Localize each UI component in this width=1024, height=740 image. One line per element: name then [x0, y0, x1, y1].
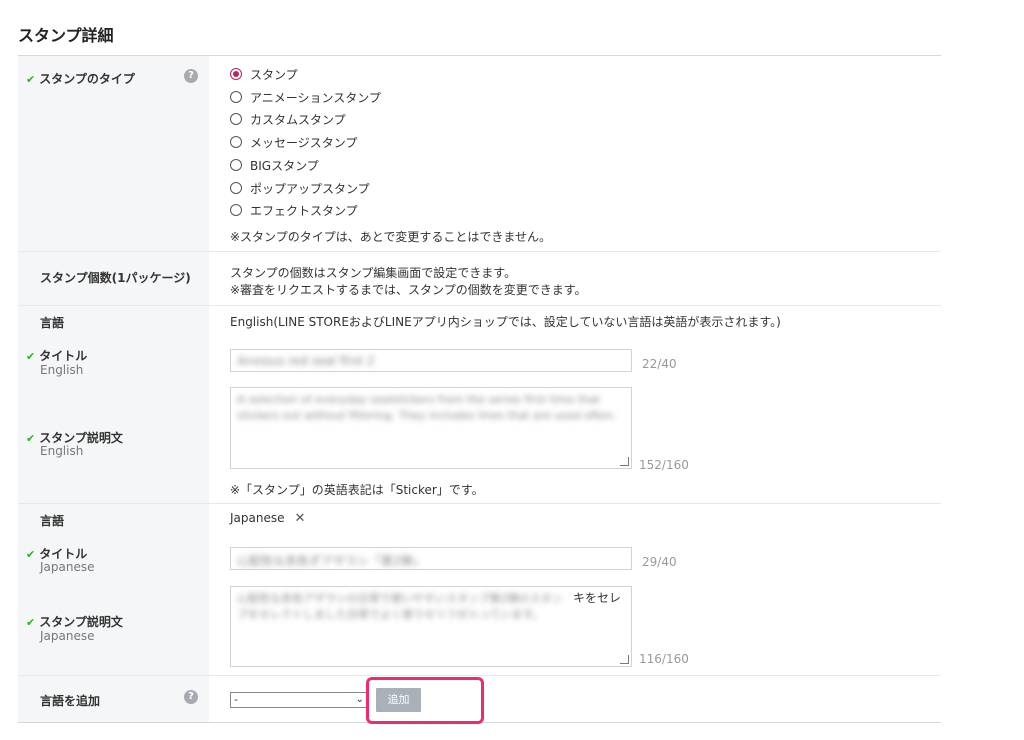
- radio-button[interactable]: [230, 204, 242, 216]
- count-info-line2: ※審査をリクエストするまでは、スタンプの個数を変更できます。: [230, 283, 587, 297]
- row-divider: [18, 675, 941, 676]
- radio-button[interactable]: [230, 159, 242, 171]
- radio-button[interactable]: [230, 136, 242, 148]
- language-label-english: 言語: [40, 316, 65, 330]
- radio-animation-sticker[interactable]: アニメーションスタンプ: [230, 89, 381, 105]
- check-icon: ✔: [26, 548, 36, 561]
- language-value-japanese: Japanese ✕: [230, 511, 306, 526]
- radio-button[interactable]: [230, 113, 242, 125]
- description-textarea-english[interactable]: A selection of everyday sealstickers fro…: [230, 387, 632, 469]
- type-label: ✔ スタンプのタイプ: [26, 72, 135, 86]
- page-title: スタンプ詳細: [18, 26, 114, 45]
- title-counter-english: 22/40: [642, 357, 677, 371]
- help-icon[interactable]: ?: [184, 69, 198, 83]
- count-label: スタンプ個数(1パッケージ): [40, 271, 191, 285]
- english-note: ※「スタンプ」の英語表記は「Sticker」です。: [230, 483, 484, 497]
- title-sublabel-english: English: [40, 363, 84, 377]
- row-divider: [18, 503, 941, 504]
- row-divider: [18, 251, 941, 252]
- check-icon: ✔: [26, 73, 36, 86]
- description-counter-japanese: 116/160: [639, 652, 689, 666]
- title-label-english: ✔ タイトル: [26, 349, 88, 363]
- title-input-english[interactable]: Anxious red seal first 2: [230, 349, 632, 372]
- row-divider: [18, 305, 941, 306]
- title-input-japanese[interactable]: 心配性な赤色ずアザラシ「第2弾」: [230, 547, 632, 570]
- radio-button[interactable]: [230, 68, 242, 80]
- check-icon: ✔: [26, 432, 36, 445]
- language-label-japanese: 言語: [40, 514, 65, 528]
- help-icon[interactable]: ?: [184, 690, 198, 704]
- title-counter-japanese: 29/40: [642, 555, 677, 569]
- radio-sticker[interactable]: スタンプ: [230, 66, 298, 82]
- check-icon: ✔: [26, 350, 36, 363]
- description-textarea-japanese[interactable]: 心配性な赤色アザラシの日常で使いやすいスタンプ第2弾のスタンプをセレクトしました…: [230, 586, 632, 667]
- radio-popup-sticker[interactable]: ポップアップスタンプ: [230, 180, 370, 196]
- language-select[interactable]: - ⌄: [230, 692, 368, 708]
- add-language-label: 言語を追加: [40, 694, 101, 708]
- description-visible-text: キをセレ: [572, 591, 621, 605]
- description-label-japanese: ✔ スタンプ説明文: [26, 615, 123, 629]
- radio-big-sticker[interactable]: BIGスタンプ: [230, 157, 319, 173]
- radio-effect-sticker[interactable]: エフェクトスタンプ: [230, 202, 358, 218]
- type-note: ※スタンプのタイプは、あとで変更することはできません。: [230, 230, 551, 244]
- description-sublabel-japanese: Japanese: [40, 629, 95, 643]
- count-info-line1: スタンプの個数はスタンプ編集画面で設定できます。: [230, 266, 517, 280]
- description-counter-english: 152/160: [639, 458, 689, 472]
- radio-message-sticker[interactable]: メッセージスタンプ: [230, 134, 357, 150]
- radio-custom-sticker[interactable]: カスタムスタンプ: [230, 111, 346, 127]
- highlight-annotation: [366, 677, 484, 724]
- resize-handle-icon[interactable]: [620, 655, 629, 664]
- resize-handle-icon[interactable]: [620, 457, 629, 466]
- chevron-down-icon: ⌄: [355, 694, 364, 705]
- remove-language-icon[interactable]: ✕: [295, 511, 306, 526]
- language-value-english: English(LINE STOREおよびLINEアプリ内ショップでは、設定して…: [230, 315, 781, 329]
- radio-button[interactable]: [230, 91, 242, 103]
- check-icon: ✔: [26, 616, 36, 629]
- description-sublabel-english: English: [40, 444, 84, 458]
- title-sublabel-japanese: Japanese: [40, 560, 95, 574]
- radio-button[interactable]: [230, 182, 242, 194]
